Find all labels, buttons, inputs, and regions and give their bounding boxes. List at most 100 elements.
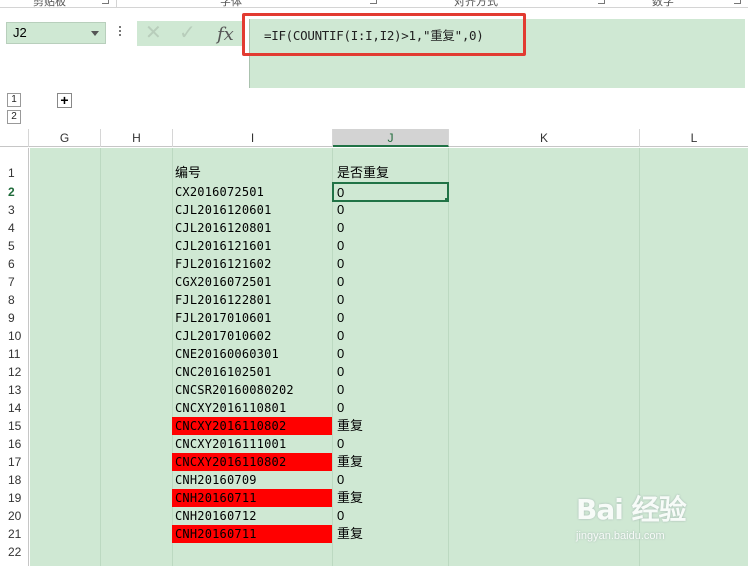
column-header-j[interactable]: J — [333, 129, 449, 147]
cell-j3-value: 0 — [337, 202, 345, 217]
outline-level-1-button[interactable]: 1 — [7, 93, 21, 107]
formula-bar: J2 ✕ ✓ fx — [0, 9, 748, 88]
column-header-k[interactable]: K — [449, 129, 640, 147]
cell-i9[interactable]: FJL2017010601 — [172, 309, 332, 327]
row-header-4[interactable]: 4 — [0, 219, 28, 237]
cell-i6[interactable]: FJL2016121602 — [172, 255, 332, 273]
row-header-3[interactable]: 3 — [0, 201, 28, 219]
cell-j15[interactable]: 重复 — [333, 417, 448, 435]
cell-j7[interactable]: 0 — [333, 273, 448, 291]
cell-i8[interactable]: FJL2016122801 — [172, 291, 332, 309]
cell-j20[interactable]: 0 — [333, 507, 448, 525]
cell-i10[interactable]: CJL2017010602 — [172, 327, 332, 345]
cell-i2[interactable]: CX2016072501 — [172, 183, 332, 201]
ribbon-group-alignment: 对齐方式 — [454, 0, 498, 8]
cell-j12[interactable]: 0 — [333, 363, 448, 381]
column-header-row: G H I J K L — [0, 129, 748, 147]
cell-i7[interactable]: CGX2016072501 — [172, 273, 332, 291]
select-all-corner[interactable] — [0, 129, 29, 147]
row-header-2[interactable]: 2 — [0, 183, 28, 201]
cell-i4[interactable]: CJL2016120801 — [172, 219, 332, 237]
outline-level-2-button[interactable]: 2 — [7, 110, 21, 124]
row-header-14[interactable]: 14 — [0, 399, 28, 417]
dialog-launcher-icon[interactable] — [598, 0, 605, 4]
row-header-7[interactable]: 7 — [0, 273, 28, 291]
cell-i13[interactable]: CNCSR20160080202 — [172, 381, 332, 399]
cell-i3[interactable]: CJL2016120601 — [172, 201, 332, 219]
cell-j9[interactable]: 0 — [333, 309, 448, 327]
cell-j13-value: 0 — [337, 382, 345, 397]
cell-j8[interactable]: 0 — [333, 291, 448, 309]
row-header-17[interactable]: 17 — [0, 453, 28, 471]
cell-i18[interactable]: CNH20160709 — [172, 471, 332, 489]
watermark-logo: Bai 经验 — [576, 493, 687, 526]
dialog-launcher-icon[interactable] — [734, 0, 741, 4]
row-header-11[interactable]: 11 — [0, 345, 28, 363]
cell-j7-value: 0 — [337, 274, 345, 289]
chevron-down-icon[interactable] — [91, 31, 99, 36]
column-header-h[interactable]: H — [101, 129, 173, 147]
cell-j8-value: 0 — [337, 292, 345, 307]
row-header-9[interactable]: 9 — [0, 309, 28, 327]
row-header-12[interactable]: 12 — [0, 363, 28, 381]
row-header-15[interactable]: 15 — [0, 417, 28, 435]
cell-i22[interactable] — [172, 543, 332, 561]
cell-i1[interactable]: 编号 — [172, 164, 332, 182]
cell-j14[interactable]: 0 — [333, 399, 448, 417]
row-header-21[interactable]: 21 — [0, 525, 28, 543]
row-header-22[interactable]: 22 — [0, 543, 28, 561]
cell-j4[interactable]: 0 — [333, 219, 448, 237]
cell-j3[interactable]: 0 — [333, 201, 448, 219]
expand-group-button[interactable]: + — [57, 93, 72, 108]
cell-j6[interactable]: 0 — [333, 255, 448, 273]
cell-i16[interactable]: CNCXY2016111001 — [172, 435, 332, 453]
row-header-6[interactable]: 6 — [0, 255, 28, 273]
cell-j16[interactable]: 0 — [333, 435, 448, 453]
row-header-16[interactable]: 16 — [0, 435, 28, 453]
column-header-g[interactable]: G — [29, 129, 101, 147]
check-icon[interactable]: ✓ — [179, 23, 196, 43]
cancel-icon[interactable]: ✕ — [145, 23, 162, 43]
cell-j18[interactable]: 0 — [333, 471, 448, 489]
cell-j19[interactable]: 重复 — [333, 489, 448, 507]
cell-i17[interactable]: CNCXY2016110802 — [172, 453, 332, 471]
cell-j17[interactable]: 重复 — [333, 453, 448, 471]
row-header-5[interactable]: 5 — [0, 237, 28, 255]
cell-j5-value: 0 — [337, 238, 345, 253]
name-box-value: J2 — [13, 25, 27, 40]
cell-j20-value: 0 — [337, 508, 345, 523]
cell-i5[interactable]: CJL2016121601 — [172, 237, 332, 255]
cell-j11[interactable]: 0 — [333, 345, 448, 363]
row-header-column: 1 2 3 4 5 6 7 8 9 10 11 12 13 14 15 16 17 18 19 20 21 22 — [0, 148, 29, 566]
row-header-20[interactable]: 20 — [0, 507, 28, 525]
cell-j10[interactable]: 0 — [333, 327, 448, 345]
cell-i12[interactable]: CNC2016102501 — [172, 363, 332, 381]
cell-j13[interactable]: 0 — [333, 381, 448, 399]
more-options-icon[interactable] — [117, 24, 123, 40]
cell-i19[interactable]: CNH20160711 — [172, 489, 332, 507]
row-header-18[interactable]: 18 — [0, 471, 28, 489]
cell-i11[interactable]: CNE20160060301 — [172, 345, 332, 363]
cell-i21[interactable]: CNH20160711 — [172, 525, 332, 543]
row-header-10[interactable]: 10 — [0, 327, 28, 345]
row-header-13[interactable]: 13 — [0, 381, 28, 399]
dialog-launcher-icon[interactable] — [102, 0, 109, 4]
column-header-l[interactable]: L — [640, 129, 748, 147]
cell-j2[interactable]: 0 — [332, 182, 449, 202]
cell-j5[interactable]: 0 — [333, 237, 448, 255]
row-header-19[interactable]: 19 — [0, 489, 28, 507]
cell-i15[interactable]: CNCXY2016110802 — [172, 417, 332, 435]
cell-j21[interactable]: 重复 — [333, 525, 448, 543]
cell-j22[interactable] — [333, 543, 448, 561]
name-box[interactable]: J2 — [6, 22, 106, 44]
cell-j19-value: 重复 — [337, 490, 364, 505]
cell-i14[interactable]: CNCXY2016110801 — [172, 399, 332, 417]
dialog-launcher-icon[interactable] — [370, 0, 377, 4]
row-header-1[interactable]: 1 — [0, 164, 28, 182]
cell-j1[interactable]: 是否重复 — [333, 164, 448, 182]
cell-j18-value: 0 — [337, 472, 345, 487]
column-header-i[interactable]: I — [173, 129, 333, 147]
cell-i20[interactable]: CNH20160712 — [172, 507, 332, 525]
row-header-8[interactable]: 8 — [0, 291, 28, 309]
insert-function-button[interactable]: fx — [217, 24, 234, 45]
